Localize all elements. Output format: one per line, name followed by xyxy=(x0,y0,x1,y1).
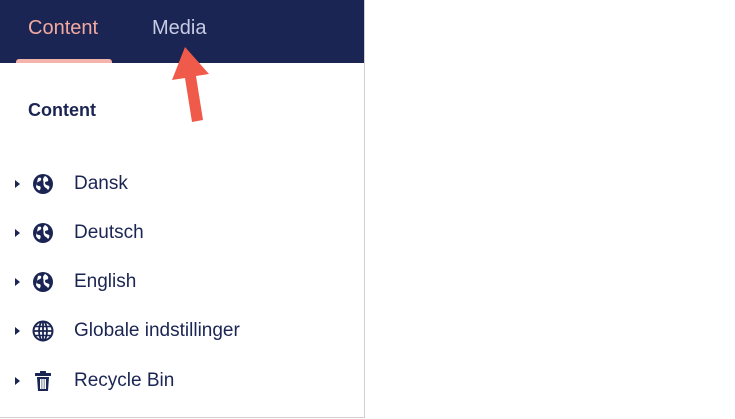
tree-item-deutsch[interactable]: Deutsch xyxy=(0,216,364,252)
section-panel: Content Media Content Dansk Deutsch Engl… xyxy=(0,0,365,418)
expand-caret-icon[interactable] xyxy=(12,325,22,337)
earth-icon xyxy=(33,272,53,292)
earth-icon xyxy=(33,223,53,243)
expand-caret-icon[interactable] xyxy=(12,276,22,288)
expand-caret-icon[interactable] xyxy=(12,375,22,387)
trash-icon xyxy=(35,371,51,391)
tree-item-english[interactable]: English xyxy=(0,265,364,301)
tree-item-dansk[interactable]: Dansk xyxy=(0,167,364,203)
section-tab-bar: Content Media xyxy=(0,0,364,63)
expand-caret-icon[interactable] xyxy=(12,178,22,190)
tree-item-label: Deutsch xyxy=(74,222,144,243)
earth-icon xyxy=(33,174,53,194)
active-tab-indicator xyxy=(16,59,112,63)
tab-content[interactable]: Content xyxy=(28,16,98,40)
tab-media[interactable]: Media xyxy=(152,16,206,40)
expand-caret-icon[interactable] xyxy=(12,227,22,239)
tree-section-title: Content xyxy=(28,100,96,120)
tree-item-label: Recycle Bin xyxy=(74,370,175,391)
tree-item-label: English xyxy=(74,271,137,292)
tree-item-label: Dansk xyxy=(74,173,128,194)
tree-item-label: Globale indstillinger xyxy=(74,320,240,341)
tree-item-globale-indstillinger[interactable]: Globale indstillinger xyxy=(0,314,364,350)
tree-item-recycle-bin[interactable]: Recycle Bin xyxy=(0,364,364,400)
globe-grid-icon xyxy=(32,320,54,342)
